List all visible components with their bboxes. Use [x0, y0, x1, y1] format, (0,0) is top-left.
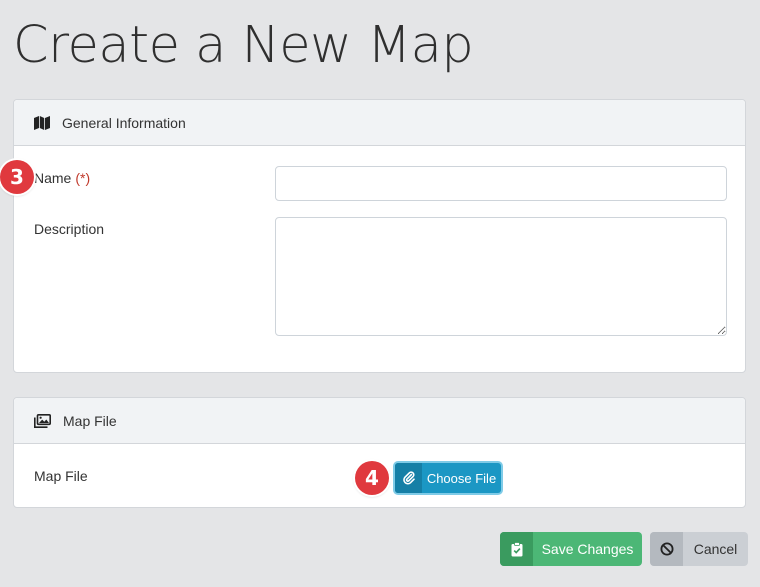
map-file-header: Map File [14, 398, 745, 444]
map-icon [34, 115, 50, 130]
save-changes-button[interactable]: Save Changes [500, 532, 642, 566]
clipboard-check-icon [500, 532, 533, 566]
general-information-header: General Information [14, 100, 745, 146]
paperclip-icon [395, 463, 422, 493]
cancel-button[interactable]: Cancel [650, 532, 748, 566]
choose-file-label: Choose File [426, 470, 497, 486]
map-file-title: Map File [63, 412, 117, 429]
description-textarea[interactable] [275, 217, 727, 336]
name-input[interactable] [275, 166, 727, 201]
save-changes-label: Save Changes [541, 541, 634, 557]
cancel-label: Cancel [693, 541, 738, 557]
image-icon [34, 413, 51, 428]
step-badge-4: 4 [355, 461, 389, 495]
name-label: Name (*) [34, 170, 90, 186]
name-label-text: Name [34, 170, 72, 186]
page-title: Create a New Map [13, 16, 474, 75]
map-file-label: Map File [34, 468, 88, 484]
required-marker: (*) [75, 170, 91, 186]
general-information-title: General Information [62, 114, 186, 131]
choose-file-button[interactable]: Choose File [395, 463, 501, 493]
step-badge-3: 3 [0, 160, 34, 194]
ban-icon [650, 532, 683, 566]
description-label: Description [34, 221, 105, 237]
